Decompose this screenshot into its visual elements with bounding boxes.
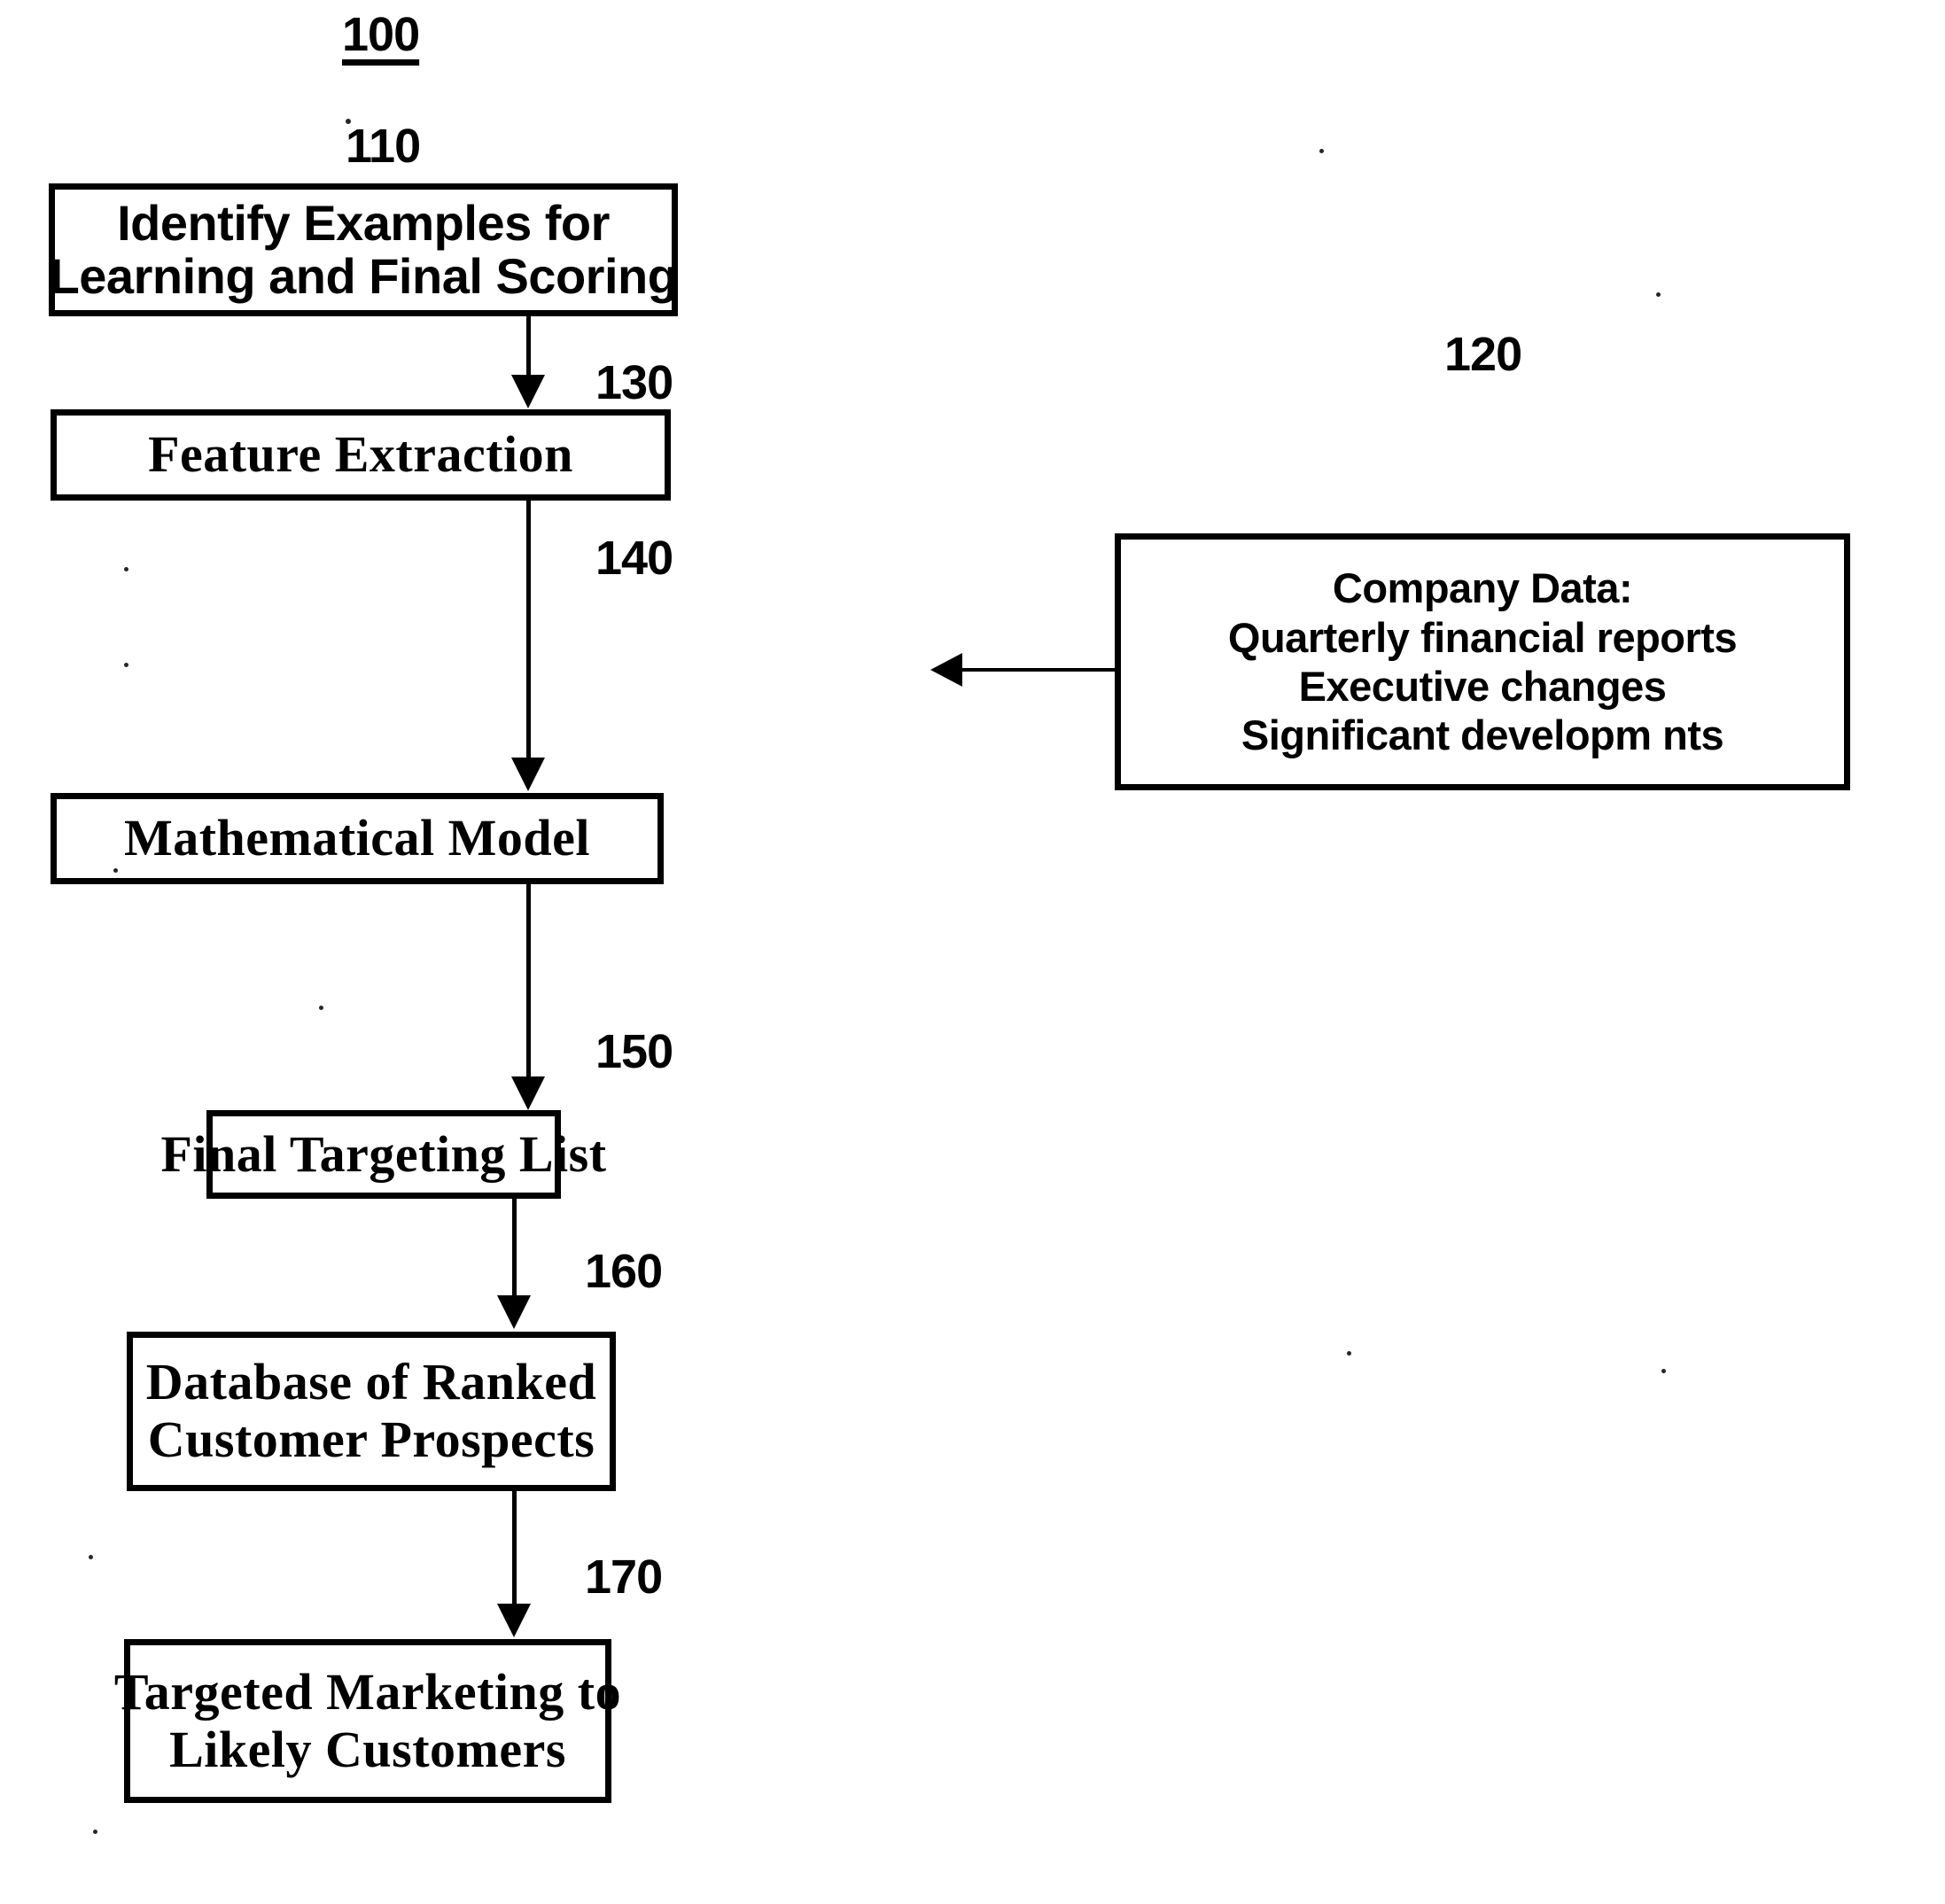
node-160-line-1: Database of Ranked: [145, 1353, 597, 1411]
connector-150-to-160: [512, 1199, 517, 1301]
node-targeted-marketing[interactable]: Targeted Marketing to Likely Customers: [114, 1639, 621, 1803]
scan-speck: [1347, 1351, 1351, 1356]
connector-120-to-130-horizontal: [966, 668, 1116, 672]
ref-numeral-150: 150: [595, 1025, 673, 1078]
arrowhead-160-to-170: [497, 1604, 531, 1637]
node-mathematical-model[interactable]: Mathematical Model: [51, 793, 664, 884]
arrowhead-130-to-140: [511, 758, 545, 791]
scan-speck: [89, 1555, 93, 1559]
figure-number-100: 100: [342, 8, 420, 61]
arrowhead-120-to-130: [930, 653, 962, 687]
scan-speck: [1656, 292, 1661, 297]
connector-130-to-140: [526, 501, 531, 765]
scan-speck: [93, 1830, 97, 1834]
scan-speck: [113, 868, 118, 873]
scan-speck: [1661, 1369, 1666, 1373]
ref-numeral-170: 170: [585, 1550, 663, 1604]
node-130-line-1: Feature Extraction: [148, 425, 573, 484]
node-feature-extraction[interactable]: Feature Extraction: [51, 409, 671, 501]
node-110-line-2: Learning and Final Scoring: [49, 248, 678, 304]
arrowhead-110-to-130: [511, 375, 545, 408]
node-120-line-2: Quarterly financial reports: [1227, 613, 1738, 661]
node-110-line-1: Identify Examples for: [117, 195, 610, 252]
node-120-line-1: Company Data:: [1332, 564, 1633, 612]
connector-110-to-130: [526, 316, 531, 381]
node-final-targeting-list[interactable]: Final Targeting List: [160, 1110, 606, 1199]
scan-speck: [1319, 149, 1324, 153]
scan-speck: [124, 567, 128, 571]
connector-120-to-130-stub: [962, 668, 967, 672]
scan-speck: [346, 119, 351, 124]
ref-numeral-110: 110: [346, 120, 421, 173]
node-170-line-1: Targeted Marketing to: [113, 1662, 622, 1721]
figure-canvas: 100 110 Identify Examples for Learning a…: [0, 0, 1945, 1904]
node-database-ranked-prospects[interactable]: Database of Ranked Customer Prospects: [127, 1332, 616, 1491]
node-140-line-1: Mathematical Model: [123, 809, 590, 867]
ref-numeral-140: 140: [595, 532, 673, 585]
scan-speck: [319, 1006, 323, 1010]
node-170-line-2: Likely Customers: [169, 1720, 566, 1778]
ref-numeral-130: 130: [595, 356, 673, 409]
connector-160-to-170: [512, 1491, 517, 1608]
node-160-line-2: Customer Prospects: [147, 1411, 595, 1468]
node-120-line-4: Significant developm nts: [1241, 711, 1724, 759]
ref-numeral-160: 160: [585, 1245, 663, 1298]
node-identify-examples[interactable]: Identify Examples for Learning and Final…: [49, 183, 678, 316]
scan-speck: [124, 663, 128, 667]
node-company-data[interactable]: Company Data: Quarterly financial report…: [1115, 533, 1850, 790]
connector-140-to-150: [526, 884, 531, 1084]
node-150-line-1: Final Targeting List: [160, 1124, 607, 1183]
ref-numeral-120: 120: [1444, 328, 1522, 381]
arrowhead-140-to-150: [511, 1076, 545, 1110]
arrowhead-150-to-160: [497, 1295, 531, 1329]
node-120-line-3: Executive changes: [1298, 663, 1667, 710]
